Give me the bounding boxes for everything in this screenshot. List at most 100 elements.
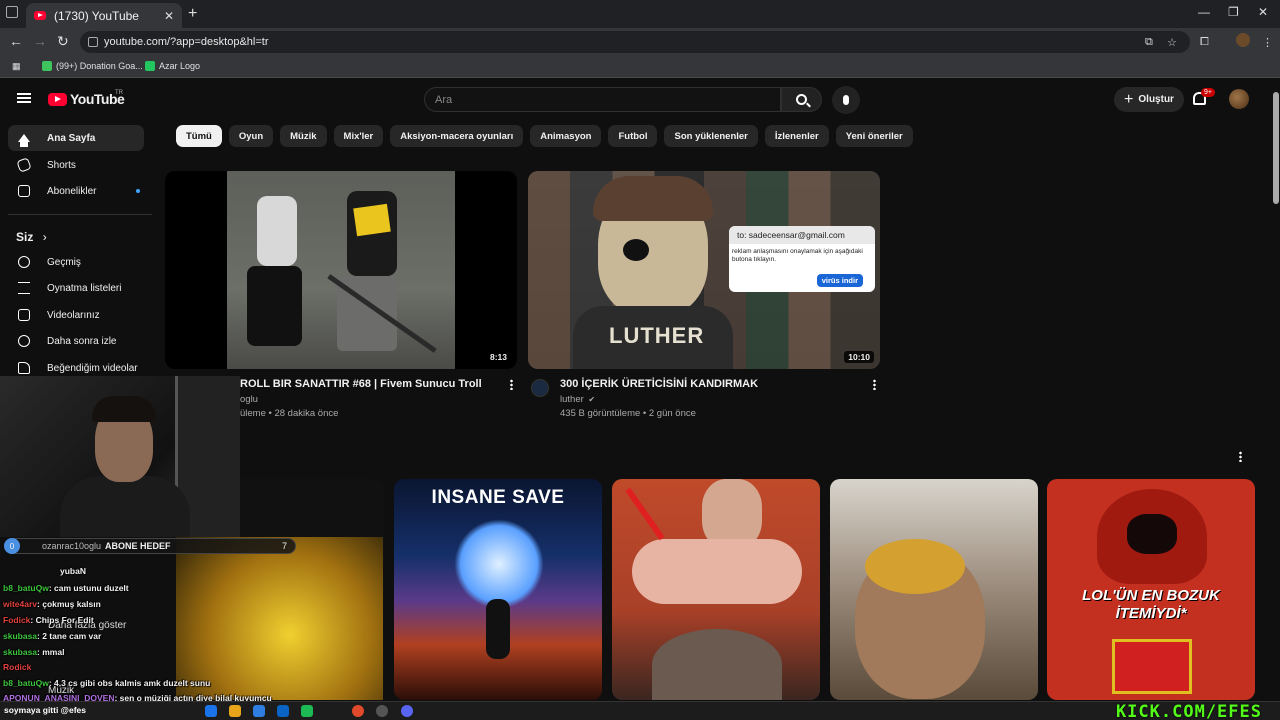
azar-logo-favicon-icon — [145, 61, 155, 71]
video-title[interactable]: 300 İÇERİK ÜRETİCİSİNİ KANDIRMAK — [560, 378, 758, 390]
screen: (1730) YouTube ✕ + — ❐ ✕ ← → ↻ youtube.c… — [0, 0, 1280, 720]
video-title[interactable]: ROLL BIR SANATTIR #68 | Fivem Sunucu Tro… — [240, 378, 482, 390]
obs-icon[interactable] — [376, 705, 388, 717]
edge-browser-icon[interactable] — [205, 705, 217, 717]
hamburger-menu-icon[interactable] — [17, 93, 31, 103]
short-thumbnail[interactable] — [830, 479, 1038, 700]
youtube-logo[interactable]: YouTube — [48, 91, 125, 107]
chevron-right-icon: › — [42, 230, 47, 244]
video-duration: 10:10 — [844, 351, 874, 363]
voice-search-button[interactable] — [832, 86, 860, 114]
video-duration: 8:13 — [485, 351, 511, 363]
chip-mixes[interactable]: Mix'ler — [333, 125, 384, 147]
popup-download-button: virüs indir — [816, 274, 863, 287]
site-info-icon[interactable] — [88, 37, 98, 47]
window-close-icon[interactable]: ✕ — [1258, 5, 1268, 19]
bookmark-star-icon[interactable]: ☆ — [1167, 36, 1177, 49]
watch-later-icon — [18, 335, 30, 347]
store-icon[interactable] — [253, 705, 265, 717]
chip-gaming[interactable]: Oyun — [228, 125, 274, 147]
chip-all[interactable]: Tümü — [176, 125, 222, 147]
donation-goal-favicon-icon — [42, 61, 52, 71]
video-thumbnail[interactable]: 8:13 — [165, 171, 517, 369]
sidebar-item-subscriptions[interactable]: Abonelikler — [8, 178, 144, 204]
chip-animation[interactable]: Animasyon — [530, 125, 602, 147]
chip-action-adventure[interactable]: Aksiyon-macera oyunları — [390, 125, 524, 147]
short-thumbnail[interactable] — [612, 479, 820, 700]
more-actions-icon[interactable] — [873, 379, 876, 390]
liked-icon — [18, 362, 30, 374]
tab-search-icon[interactable] — [6, 6, 18, 18]
thumbnail-text: LUTHER — [609, 323, 705, 348]
restore-icon[interactable]: ❐ — [1228, 5, 1239, 19]
word-icon[interactable] — [277, 705, 289, 717]
account-avatar[interactable] — [1229, 89, 1249, 109]
scrollbar-thumb[interactable] — [1273, 92, 1279, 204]
chat-user: Rodick — [3, 662, 32, 672]
chat-message: wite4arv: çokmuş kalsın — [3, 599, 101, 609]
channel-avatar[interactable] — [531, 379, 549, 397]
notification-count-badge: 9+ — [1201, 88, 1215, 97]
chip-music[interactable]: Müzik — [280, 125, 327, 147]
plus-icon: + — [1124, 90, 1134, 108]
search-placeholder: Ara — [435, 93, 453, 106]
sidebar-item-shorts[interactable]: Shorts — [8, 152, 144, 178]
chat-message: Fodick: Chips For Edit — [3, 615, 94, 625]
chip-new-to-you[interactable]: Yeni öneriler — [835, 125, 913, 147]
chat-message: b8_batuQw: 4.3 cs gibi obs kalmis amk du… — [3, 678, 211, 688]
filter-chips: Tümü Oyun Müzik Mix'ler Aksiyon-macera o… — [176, 125, 913, 147]
menu-kebab-icon[interactable]: ⋮ — [1262, 36, 1273, 49]
new-tab-button[interactable]: + — [188, 5, 197, 23]
short-thumbnail[interactable]: LOL'ÜN EN BOZUK İTEMİYDİ* — [1047, 479, 1255, 700]
file-explorer-icon[interactable] — [229, 705, 241, 717]
install-icon[interactable]: ⧉ — [1145, 36, 1153, 49]
channel-name[interactable]: luther ✔ — [560, 394, 595, 405]
forward-icon[interactable]: → — [33, 33, 47, 49]
page-scrollbar[interactable] — [1272, 80, 1280, 700]
apps-grid-icon[interactable]: ▦ — [12, 61, 21, 72]
create-button[interactable]: + Oluştur — [1114, 87, 1184, 112]
chat-user: b8_batuQw — [3, 678, 49, 688]
kick-channel-watermark: KICK.COM/EFES — [1115, 702, 1262, 720]
browser-tab-youtube[interactable]: (1730) YouTube ✕ — [26, 3, 182, 28]
short-thumbnail-text: INSANE SAVE — [431, 487, 565, 508]
sidebar-item-playlists[interactable]: Oynatma listeleri — [8, 275, 144, 301]
chat-message: b8_batuQw: cam ustunu duzelt — [3, 583, 129, 593]
shorts-icon — [16, 157, 32, 173]
extensions-icon[interactable]: ⧠ — [1200, 36, 1209, 49]
sidebar-item-watch-later[interactable]: Daha sonra izle — [8, 328, 144, 354]
chip-watched[interactable]: İzlenenler — [764, 125, 829, 147]
thumbnail-email-popup: to: sadeceensar@gmail.com reklam anlaşma… — [729, 226, 875, 292]
discord-icon[interactable] — [401, 705, 413, 717]
browser-profile-avatar[interactable] — [1236, 33, 1250, 47]
bookmark-donation-goal[interactable]: (99+) Donation Goa... — [42, 61, 143, 71]
spotify-icon[interactable] — [301, 705, 313, 717]
more-actions-icon[interactable] — [510, 379, 513, 390]
stream-status-text: soymaya gitti @efes — [4, 705, 86, 715]
chip-recently-uploaded[interactable]: Son yüklenenler — [664, 125, 758, 147]
search-input[interactable]: Ara — [424, 87, 781, 112]
tab-title: (1730) YouTube — [54, 8, 139, 23]
sidebar-section-you[interactable]: Siz › — [16, 230, 47, 244]
country-code: TR — [115, 90, 123, 96]
video-meta: üleme • 28 dakika önce — [240, 408, 339, 419]
chrome-icon[interactable] — [352, 705, 364, 717]
sidebar-item-history[interactable]: Geçmiş — [8, 249, 144, 275]
popup-body: reklam anlaşmasını onaylamak için aşağıd… — [732, 248, 863, 264]
back-icon[interactable]: ← — [9, 33, 23, 49]
youtube-favicon-icon — [34, 11, 46, 20]
address-bar[interactable]: youtube.com/?app=desktop&hl=tr — [80, 31, 1190, 53]
bookmark-azar-logo[interactable]: Azar Logo — [145, 61, 200, 71]
tab-close-icon[interactable]: ✕ — [164, 9, 174, 23]
short-thumbnail[interactable]: INSANE SAVE — [394, 479, 602, 700]
history-icon — [18, 256, 30, 268]
sidebar-item-home[interactable]: Ana Sayfa — [8, 125, 144, 151]
reload-icon[interactable]: ↻ — [57, 33, 69, 50]
search-button[interactable] — [781, 87, 822, 112]
minimize-icon[interactable]: — — [1198, 5, 1210, 19]
chat-user: b8_batuQw — [3, 583, 49, 593]
channel-name[interactable]: oglu — [240, 394, 258, 405]
chip-football[interactable]: Futbol — [608, 125, 658, 147]
shorts-shelf-more-icon[interactable] — [1239, 451, 1242, 462]
sidebar-item-your-videos[interactable]: Videolarınız — [8, 302, 144, 328]
